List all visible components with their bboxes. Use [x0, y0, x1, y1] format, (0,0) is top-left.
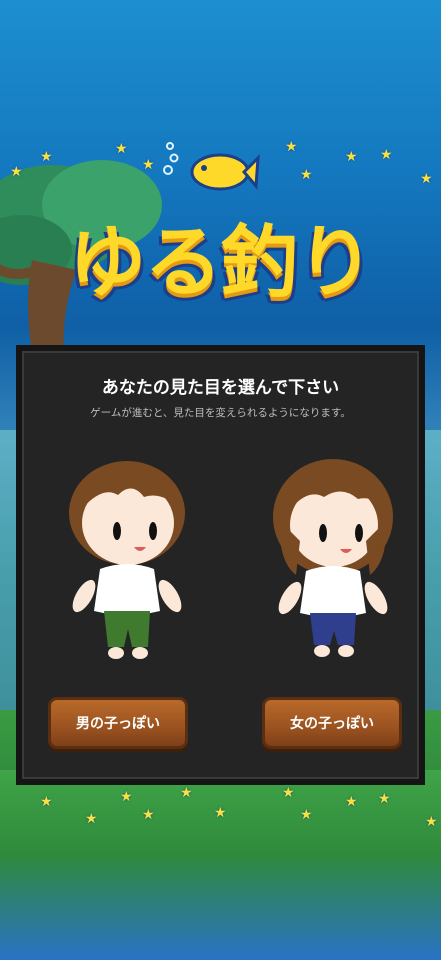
appearance-dialog: あなたの見た目を選んで下さい ゲームが進むと、見た目を変えられるようになります。: [16, 345, 425, 785]
boy-avatar[interactable]: [52, 451, 202, 671]
game-logo: ゆる釣り: [68, 218, 374, 308]
ground: [0, 770, 441, 960]
fish-icon: [190, 153, 260, 191]
dialog-subtitle: ゲームが進むと、見た目を変えられるようになります。: [90, 407, 351, 419]
girl-avatar[interactable]: [258, 451, 408, 671]
select-girl-button[interactable]: 女の子っぽい: [265, 700, 399, 746]
select-boy-button[interactable]: 男の子っぽい: [51, 700, 185, 746]
dialog-title: あなたの見た目を選んで下さい: [101, 378, 340, 398]
bubble-icon: [163, 142, 179, 175]
